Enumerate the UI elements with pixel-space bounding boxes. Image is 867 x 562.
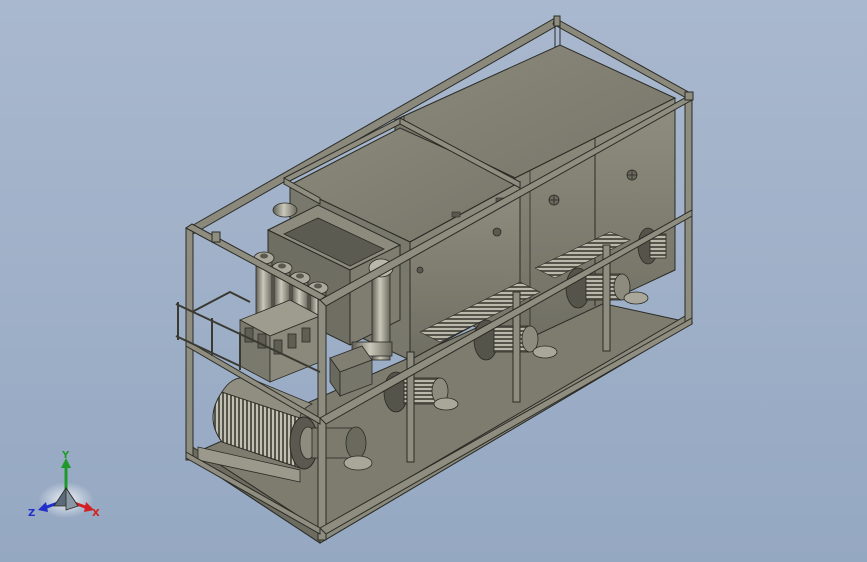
coordinate-triad[interactable]: Y X Z bbox=[22, 448, 106, 528]
y-axis-label: Y bbox=[61, 450, 70, 461]
x-axis-label: X bbox=[92, 508, 100, 519]
3d-viewport[interactable]: Y X Z bbox=[0, 0, 867, 562]
z-axis-label: Z bbox=[28, 508, 35, 519]
equipment-skid-model[interactable] bbox=[0, 0, 867, 562]
